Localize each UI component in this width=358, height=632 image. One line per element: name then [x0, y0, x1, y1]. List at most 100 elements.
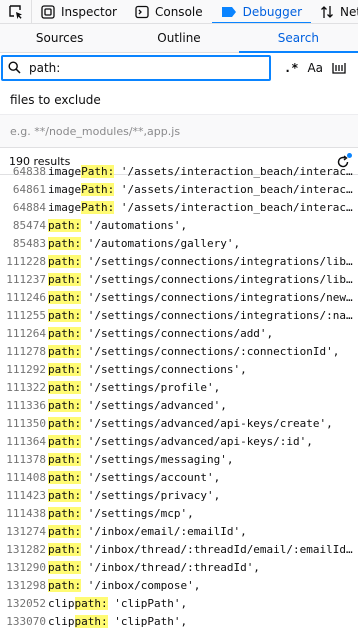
search-result-row[interactable]: 132052 clippath: 'clipPath', [0, 594, 358, 612]
result-match-highlight: path: [48, 560, 82, 574]
result-line-text: path: '/settings/privacy', [48, 488, 358, 502]
search-result-row[interactable]: 111228 path: '/settings/connections/integ… [0, 252, 358, 270]
search-result-row[interactable]: 111237 path: '/settings/connections/integ… [0, 270, 358, 288]
search-result-row[interactable]: 111438 path: '/settings/mcp', [0, 504, 358, 522]
result-line-number: 111278 [6, 344, 46, 358]
search-result-row[interactable]: 133070 clippath: 'clipPath', [0, 612, 358, 630]
result-line-text: path: '/settings/connections/integration… [48, 254, 358, 268]
search-result-row[interactable]: 64861 imagePath: '/assets/interaction_bea… [0, 180, 358, 198]
result-match-highlight: path: [48, 416, 82, 430]
refresh-indicator-dot [347, 152, 352, 158]
search-result-row[interactable]: 111350 path: '/settings/advanced/api-keys… [0, 414, 358, 432]
debugger-icon [221, 6, 236, 17]
result-match-highlight: path: [48, 218, 82, 232]
search-result-row[interactable]: 111423 path: '/settings/privacy', [0, 486, 358, 504]
result-match-highlight: path: [48, 344, 82, 358]
result-suffix: '/settings/connections/integrations/new… [81, 290, 353, 304]
search-result-row[interactable]: 64838 imagePath: '/assets/interaction_bea… [0, 162, 358, 180]
search-result-row[interactable]: 131298 path: '/inbox/compose', [0, 576, 358, 594]
result-suffix: '/inbox/thread/:threadId/email/:emailId… [81, 542, 353, 556]
search-result-row[interactable]: 111255 path: '/settings/connections/integ… [0, 306, 358, 324]
result-match-highlight: Path: [81, 200, 115, 214]
result-line-text: path: '/automations/gallery', [48, 236, 358, 250]
whole-word-toggle-button[interactable] [332, 58, 346, 78]
result-suffix: '/settings/account', [81, 470, 221, 484]
result-line-number: 133070 [6, 614, 46, 628]
network-icon [321, 5, 333, 18]
result-line-number: 111228 [6, 254, 46, 268]
result-line-text: path: '/settings/advanced/api-keys/:id', [48, 434, 358, 448]
result-line-number: 111255 [6, 308, 46, 322]
result-suffix: '/settings/privacy', [81, 488, 221, 502]
result-line-number: 64838 [12, 164, 46, 178]
result-match-highlight: path: [48, 254, 82, 268]
tab-debugger-label: Debugger [242, 4, 303, 19]
search-result-row[interactable]: 111408 path: '/settings/account', [0, 468, 358, 486]
tab-network[interactable]: Netw [311, 0, 358, 23]
result-line-text: path: '/settings/connections', [48, 362, 358, 376]
search-result-row[interactable]: 111292 path: '/settings/connections', [0, 360, 358, 378]
case-sensitive-toggle-button[interactable]: Aa [307, 58, 323, 78]
element-picker-button[interactable] [0, 0, 32, 23]
result-suffix: 'clipPath', [107, 614, 188, 628]
result-match-highlight: Path: [81, 164, 115, 178]
regex-toggle-button[interactable]: .* [284, 58, 298, 78]
result-suffix: '/settings/advanced', [81, 398, 227, 412]
exclude-files-input[interactable] [10, 124, 340, 138]
search-result-row[interactable]: 64884 imagePath: '/assets/interaction_bea… [0, 198, 358, 216]
result-line-number: 111237 [6, 272, 46, 286]
result-suffix: '/settings/connections/integrations/:na… [81, 308, 353, 322]
result-line-text: imagePath: '/assets/interaction_beach/in… [48, 182, 358, 196]
result-line-text: path: '/settings/connections/add', [48, 326, 358, 340]
search-result-row[interactable]: 85483 path: '/automations/gallery', [0, 234, 358, 252]
tab-sources[interactable]: Sources [0, 24, 119, 52]
search-result-row[interactable]: 131274 path: '/inbox/email/:emailId', [0, 522, 358, 540]
result-line-text: clippath: 'clipPath', [48, 614, 358, 628]
search-result-row[interactable]: 85474 path: '/automations', [0, 216, 358, 234]
search-result-row[interactable]: 131290 path: '/inbox/thread/:threadId', [0, 558, 358, 576]
result-match-highlight: path: [48, 452, 82, 466]
result-suffix: '/automations', [81, 218, 188, 232]
tab-console[interactable]: Console [126, 0, 212, 23]
result-line-text: path: '/settings/messaging', [48, 452, 358, 466]
tab-outline[interactable]: Outline [119, 24, 238, 52]
result-match-highlight: path: [74, 596, 108, 610]
result-line-number: 111350 [6, 416, 46, 430]
search-result-row[interactable]: 111264 path: '/settings/connections/add', [0, 324, 358, 342]
result-line-text: path: '/settings/connections/integration… [48, 290, 358, 304]
result-line-text: imagePath: '/assets/interaction_beach/in… [48, 200, 358, 214]
tab-search[interactable]: Search [238, 24, 358, 53]
result-suffix: '/automations/gallery', [81, 236, 241, 250]
result-suffix: '/assets/interaction_beach/interac… [114, 182, 353, 196]
search-input[interactable] [29, 60, 249, 75]
result-prefix: clip [48, 614, 75, 628]
result-line-number: 64861 [12, 182, 46, 196]
result-line-number: 111423 [6, 488, 46, 502]
result-match-highlight: path: [48, 326, 82, 340]
result-match-highlight: path: [48, 236, 82, 250]
exclude-files-label[interactable]: files to exclude [0, 88, 358, 112]
result-suffix: '/settings/connections/:connectionId', [81, 344, 340, 358]
search-result-row[interactable]: 111246 path: '/settings/connections/integ… [0, 288, 358, 306]
tab-inspector[interactable]: Inspector [32, 0, 126, 23]
result-match-highlight: path: [48, 272, 82, 286]
result-line-text: path: '/settings/profile', [48, 380, 358, 394]
search-result-row[interactable]: 111364 path: '/settings/advanced/api-keys… [0, 432, 358, 450]
search-result-row[interactable]: 131282 path: '/inbox/thread/:threadId/ema… [0, 540, 358, 558]
result-suffix: '/settings/profile', [81, 380, 221, 394]
result-prefix: clip [48, 596, 75, 610]
search-result-row[interactable]: 111336 path: '/settings/advanced', [0, 396, 358, 414]
result-line-number: 111322 [6, 380, 46, 394]
devtools-toolbar: Inspector Console Debugger Netw [0, 0, 358, 24]
result-match-highlight: path: [74, 614, 108, 628]
result-match-highlight: path: [48, 398, 82, 412]
result-match-highlight: path: [48, 434, 82, 448]
search-result-row[interactable]: 111322 path: '/settings/profile', [0, 378, 358, 396]
result-line-text: path: '/settings/connections/:connection… [48, 344, 358, 358]
result-line-number: 111336 [6, 398, 46, 412]
tab-debugger[interactable]: Debugger [211, 0, 312, 23]
search-modifiers: .* Aa [284, 58, 346, 78]
search-result-row[interactable]: 111278 path: '/settings/connections/:conn… [0, 342, 358, 360]
search-result-row[interactable]: 111378 path: '/settings/messaging', [0, 450, 358, 468]
console-icon [135, 5, 149, 18]
